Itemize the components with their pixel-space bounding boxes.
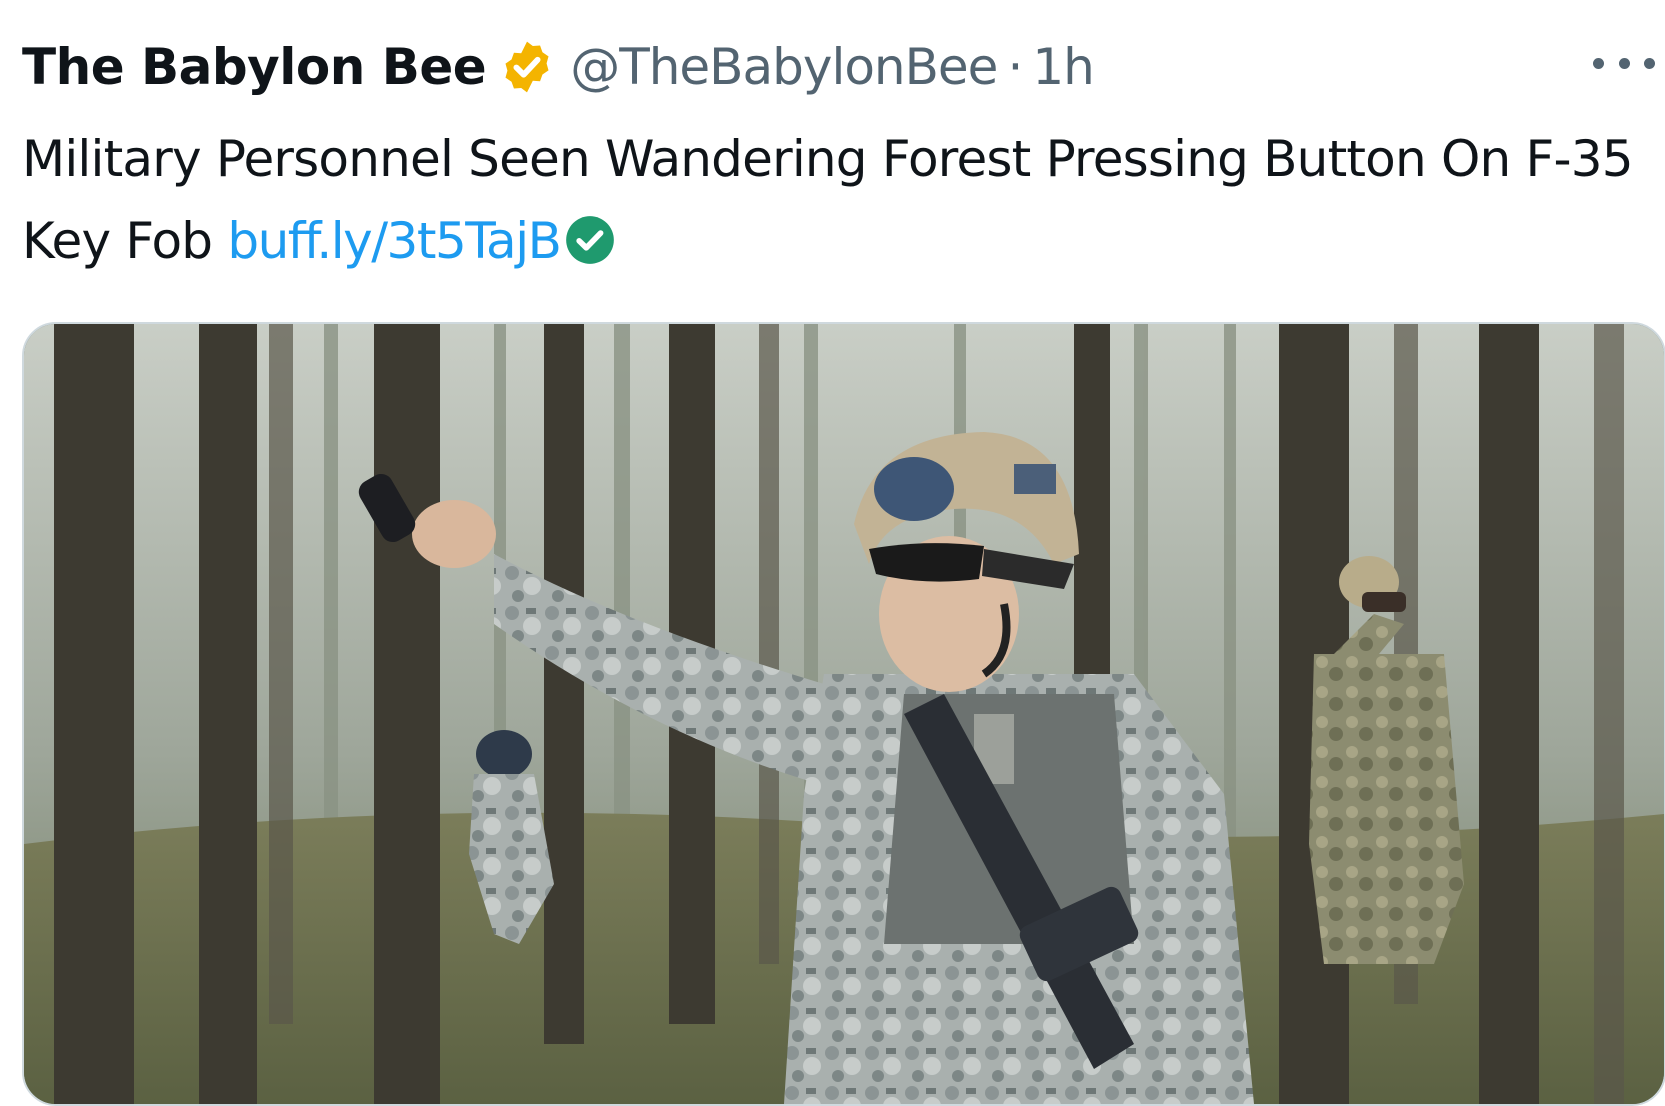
tweet-timestamp[interactable]: 1h xyxy=(1032,32,1095,102)
tweet-header: The Babylon Bee @TheBabylonBee · 1h xyxy=(22,32,1095,102)
more-options-icon[interactable] xyxy=(1593,38,1655,88)
separator-dot: · xyxy=(1007,38,1023,96)
tweet-card[interactable]: The Babylon Bee @TheBabylonBee · 1h Mili… xyxy=(0,0,1665,1106)
gold-verified-badge-icon xyxy=(498,38,556,96)
tweet-body: Military Personnel Seen Wandering Forest… xyxy=(22,118,1642,282)
photo-forest-soldiers-icon xyxy=(24,324,1664,1104)
green-check-icon xyxy=(564,208,616,264)
tweet-link[interactable]: buff.ly/3t5TajB xyxy=(227,212,562,270)
author-display-name[interactable]: The Babylon Bee xyxy=(22,32,487,102)
author-handle[interactable]: @TheBabylonBee xyxy=(570,32,998,102)
tweet-media-image[interactable] xyxy=(22,322,1665,1106)
